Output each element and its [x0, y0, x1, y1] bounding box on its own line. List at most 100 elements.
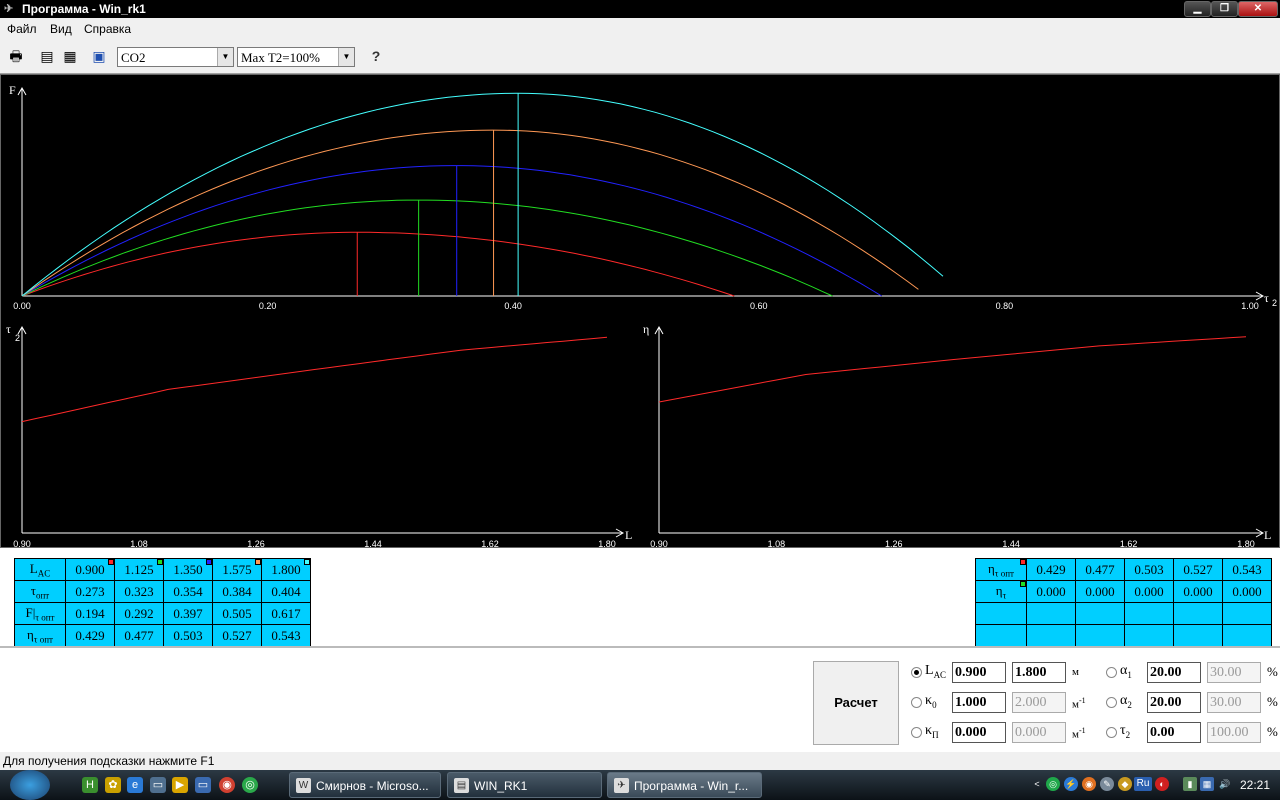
param-radio[interactable] [1106, 697, 1117, 708]
param-to-input[interactable]: 30.00 [1207, 662, 1261, 683]
tray-icon[interactable]: ✎ [1100, 777, 1114, 791]
param-to-input[interactable]: 30.00 [1207, 692, 1261, 713]
br-series-line [658, 336, 1247, 403]
minimize-button[interactable]: ▁ [1184, 1, 1211, 17]
param-radio[interactable] [911, 727, 922, 738]
menu-help[interactable]: Справка [84, 22, 131, 36]
volume-icon[interactable]: 🔊 [1218, 777, 1232, 791]
start-button[interactable] [10, 770, 50, 800]
row-header-sub: τ опт [33, 634, 53, 645]
top-series-line [21, 231, 735, 297]
desktop-icon[interactable]: ▭ [150, 777, 166, 793]
param-sub: 0 [932, 699, 937, 710]
top-series-line [21, 199, 833, 297]
param-radio[interactable] [911, 697, 922, 708]
param-from-input[interactable]: 20.00 [1147, 662, 1201, 683]
param-to-input[interactable]: 1.800 [1012, 662, 1066, 683]
task-program[interactable]: ✈ Программа - Win_r... [607, 772, 762, 798]
param-radio[interactable] [1106, 727, 1117, 738]
top-x-label-sub: 2 [1272, 298, 1277, 308]
results-table-left: LAC 0.900 1.125 1.350 1.575 1.800 τопт 0.273 0.3… [14, 558, 311, 647]
menu-view[interactable]: Вид [50, 22, 72, 36]
printer-icon[interactable]: 🖶 [6, 46, 26, 66]
param-sub: П [932, 729, 939, 740]
table-row: LAC 0.900 1.125 1.350 1.575 1.800 [14, 558, 311, 581]
maximize-button[interactable]: ❐ [1211, 1, 1238, 17]
network-icon[interactable]: ▦ [1200, 777, 1214, 791]
param-from-input[interactable]: 1.000 [952, 692, 1006, 713]
task-word[interactable]: W Смирнов - Microso... [289, 772, 441, 798]
color-marker [255, 559, 261, 565]
tray-icon[interactable]: ◎ [1046, 777, 1060, 791]
row-header: LAC [14, 558, 66, 581]
bl-x-tick-label: 1.26 [247, 539, 265, 547]
row-header: ητ опт [975, 558, 1027, 581]
tray-icon[interactable]: ▮ [1183, 777, 1197, 791]
param-from-input[interactable]: 0.900 [952, 662, 1006, 683]
quicklaunch-icon[interactable]: H [82, 777, 98, 793]
bl-x-tick-label: 1.62 [481, 539, 499, 547]
app-quicklaunch-icon[interactable]: ◎ [242, 777, 258, 793]
top-y-label: F [9, 83, 16, 97]
quicklaunch-icon[interactable]: ✿ [105, 777, 121, 793]
param-unit-text: м [1072, 698, 1079, 711]
help-icon[interactable]: ? [366, 46, 386, 66]
word-icon: W [296, 778, 311, 793]
task-folder[interactable]: ▤ WIN_RK1 [447, 772, 602, 798]
max-select[interactable]: Max T2=100% ▼ [237, 47, 355, 67]
param-to-input[interactable]: 2.000 [1012, 692, 1066, 713]
table-cell: 0.354 [163, 580, 213, 603]
media-icon[interactable]: ▶ [172, 777, 188, 793]
shield-icon[interactable]: ◆ [1118, 777, 1132, 791]
color-marker [1020, 559, 1026, 565]
calculate-button[interactable]: Расчет [813, 661, 899, 745]
ie-icon[interactable]: e [127, 777, 143, 793]
window-icon[interactable]: ▦ [60, 46, 80, 66]
calculator-icon[interactable]: ▣ [89, 46, 109, 66]
param-radio[interactable] [1106, 667, 1117, 678]
table-row [975, 602, 1272, 625]
tray-icon[interactable]: ⚡ [1064, 777, 1078, 791]
param-sub: 2 [1125, 729, 1131, 740]
row-header: ητ опт [14, 624, 66, 647]
param-from-input[interactable]: 0.00 [1147, 722, 1201, 743]
toolbar: 🖶 ▤ ▦ ▣ CO2 ▼ Max T2=100% ▼ ? [0, 40, 1280, 74]
tray-icon[interactable]: ◉ [1082, 777, 1096, 791]
max-select-value: Max T2=100% [241, 50, 320, 65]
chrome-icon[interactable]: ◉ [219, 777, 235, 793]
language-indicator[interactable]: Ru [1134, 777, 1152, 791]
color-marker [304, 559, 310, 565]
bl-y-label: τ [6, 322, 11, 336]
chevron-down-icon[interactable]: ▼ [217, 48, 233, 66]
param-unit-text: % [1267, 694, 1278, 709]
table-cell: 1.800 [261, 558, 311, 581]
gas-select[interactable]: CO2 ▼ [117, 47, 234, 67]
row-header-sub: τ [1002, 590, 1007, 601]
param-to-input[interactable]: 100.00 [1207, 722, 1261, 743]
table-cell: 0.429 [65, 624, 115, 647]
monitor-icon[interactable]: ▭ [195, 777, 211, 793]
table-cell: 0.429 [1026, 558, 1076, 581]
open-icon[interactable]: ▤ [37, 46, 57, 66]
tray-icon[interactable]: ◐ [1155, 777, 1169, 791]
menu-file[interactable]: Файл [7, 22, 37, 36]
param-from-input[interactable]: 0.000 [952, 722, 1006, 743]
row-header-label: η [995, 582, 1003, 598]
status-text: Для получения подсказки нажмите F1 [3, 754, 215, 768]
param-radio[interactable] [911, 667, 922, 678]
close-button[interactable]: ✕ [1238, 1, 1278, 17]
param-from-input[interactable]: 20.00 [1147, 692, 1201, 713]
app-icon: ✈ [4, 3, 14, 15]
param-unit-sup: -1 [1078, 696, 1086, 705]
top-series-line [21, 129, 919, 297]
table-cell [1222, 602, 1272, 625]
param-to-input[interactable]: 0.000 [1012, 722, 1066, 743]
row-header-sub: опт [35, 590, 50, 601]
top-x-tick-label: 0.80 [996, 301, 1014, 311]
param-unit: % [1267, 664, 1278, 680]
param-unit-text: % [1267, 724, 1278, 739]
table-row: F|τ опт 0.194 0.292 0.397 0.505 0.617 [14, 602, 311, 625]
chevron-down-icon[interactable]: ▼ [338, 48, 354, 66]
table-cell [1173, 624, 1223, 647]
tray-expand-icon[interactable]: < [1030, 777, 1044, 791]
